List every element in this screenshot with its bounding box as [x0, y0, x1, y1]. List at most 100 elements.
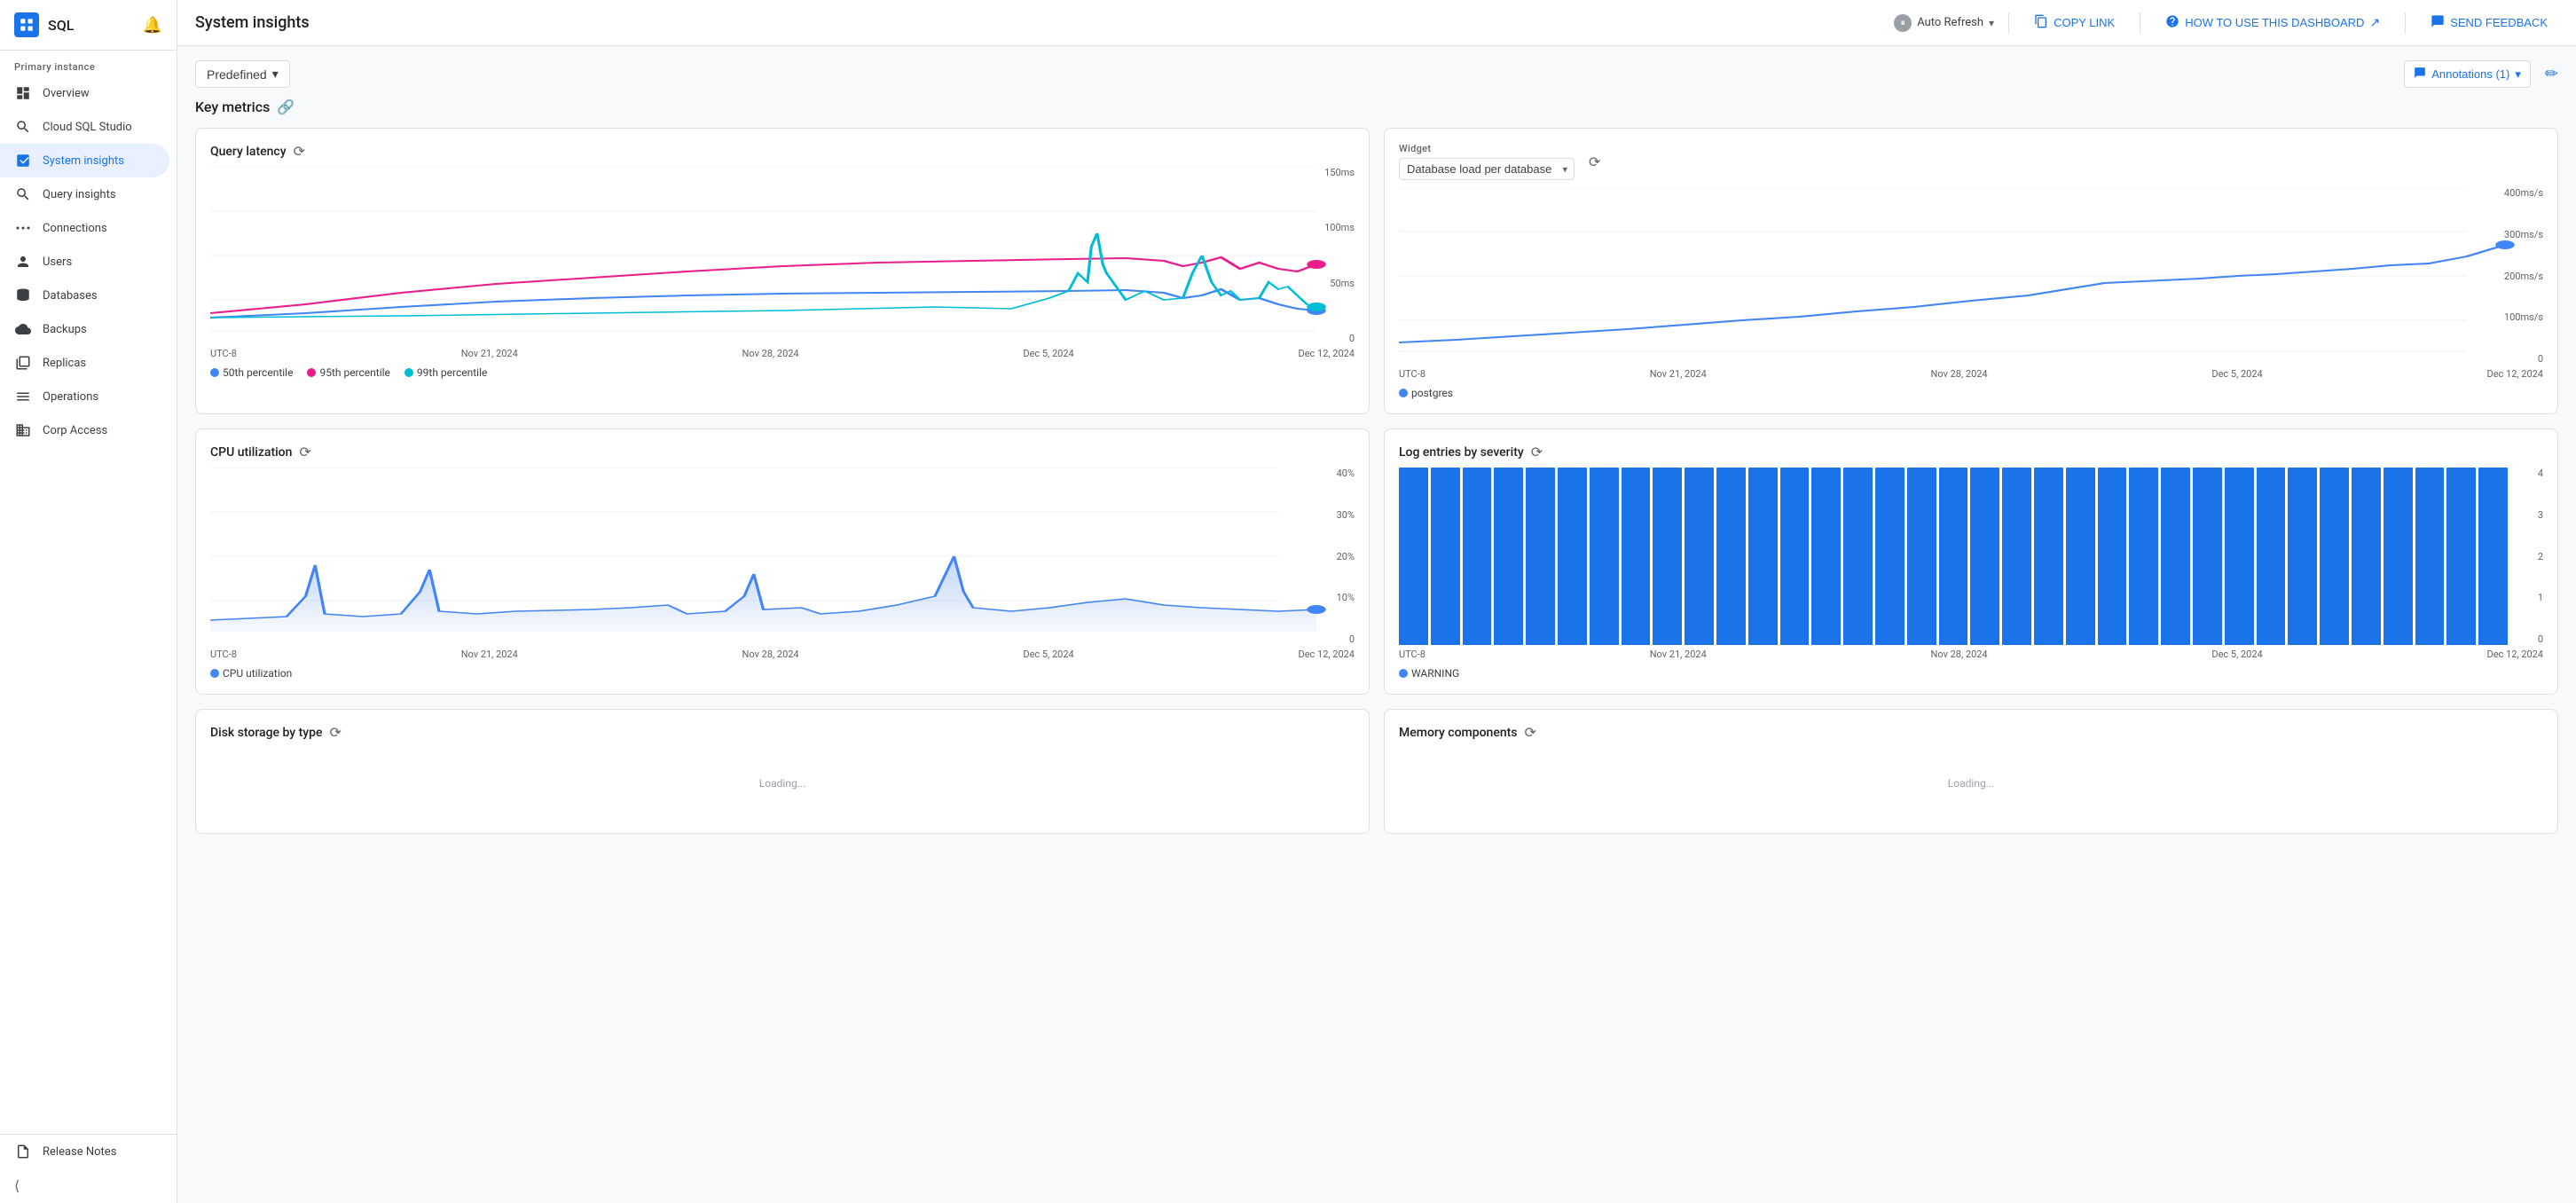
bar-item	[1590, 468, 1619, 645]
bar-item	[1399, 468, 1428, 645]
log-entries-title: Log entries by severity	[1399, 445, 1524, 460]
cpu-x-utc8: UTC-8	[210, 649, 237, 660]
legend-50th: 50th percentile	[210, 366, 293, 379]
log-x-nov28: Nov 28, 2024	[1931, 649, 1988, 660]
log-entries-bar-area	[1399, 468, 2543, 645]
sidebar-item-users[interactable]: Users	[0, 245, 169, 279]
cpu-utilization-refresh-icon[interactable]: ⟳	[299, 444, 310, 460]
key-metrics-link-icon[interactable]: 🔗	[277, 98, 295, 115]
db-x-utc8: UTC-8	[1399, 368, 1425, 380]
query-latency-refresh-icon[interactable]: ⟳	[294, 143, 305, 160]
bar-item	[1939, 468, 1968, 645]
sidebar-item-connections[interactable]: Connections	[0, 211, 169, 245]
sidebar-collapse-btn[interactable]: ⟨	[0, 1168, 177, 1203]
notification-bell-icon[interactable]: 🔔	[143, 16, 162, 35]
cpu-x-labels: UTC-8 Nov 21, 2024 Nov 28, 2024 Dec 5, 2…	[210, 649, 1355, 660]
database-load-card: Widget Database load per database Databa…	[1384, 128, 2558, 414]
legend-dot-postgres	[1399, 389, 1408, 397]
db-x-dec5: Dec 5, 2024	[2211, 368, 2262, 380]
key-metrics-title: Key metrics	[195, 98, 270, 115]
topbar-divider-3	[2405, 12, 2406, 34]
legend-95th: 95th percentile	[307, 366, 389, 379]
bar-item	[2478, 468, 2508, 645]
bar-item	[2257, 468, 2286, 645]
annotations-button[interactable]: Annotations (1) ▾	[2404, 60, 2531, 88]
topbar-divider-1	[2008, 12, 2009, 34]
log-entries-chart-wrapper: 4 3 2 1 0	[1399, 468, 2543, 645]
db-x-nov21: Nov 21, 2024	[1650, 368, 1707, 380]
send-feedback-button[interactable]: SEND FEEDBACK	[2420, 9, 2558, 36]
disk-storage-title: Disk storage by type	[210, 726, 323, 740]
legend-postgres: postgres	[1399, 387, 1453, 399]
legend-dot-cpu	[210, 669, 219, 678]
legend-dot-warning	[1399, 669, 1408, 678]
external-link-icon: ↗	[2369, 15, 2380, 30]
memory-components-header: Memory components ⟳	[1399, 724, 2543, 741]
main-content: System insights ⏸ Auto Refresh ▾ COPY LI…	[177, 0, 2576, 1203]
log-entries-x-labels: UTC-8 Nov 21, 2024 Nov 28, 2024 Dec 5, 2…	[1399, 649, 2543, 660]
sidebar-item-corp-access[interactable]: Corp Access	[0, 413, 169, 447]
sidebar-item-operations-label: Operations	[43, 390, 98, 404]
sidebar-item-users-label: Users	[43, 256, 72, 269]
auto-refresh-status-icon: ⏸	[1894, 14, 1912, 32]
sidebar-item-replicas[interactable]: Replicas	[0, 346, 169, 380]
log-entries-legend: WARNING	[1399, 667, 2543, 680]
sidebar-item-operations[interactable]: Operations	[0, 380, 169, 413]
bar-item	[1685, 468, 1714, 645]
bar-item	[1431, 468, 1460, 645]
bar-item	[2288, 468, 2317, 645]
how-to-use-button[interactable]: HOW TO USE THIS DASHBOARD ↗	[2155, 9, 2391, 36]
sidebar-footer: Release Notes ⟨	[0, 1134, 177, 1203]
overview-icon	[14, 84, 32, 102]
widget-select-wrapper: Database load per database Database load…	[1399, 158, 1575, 180]
database-load-refresh-icon[interactable]: ⟳	[1589, 153, 1600, 170]
log-y-1: 1	[2538, 592, 2543, 603]
sidebar-item-query-insights[interactable]: Query insights	[0, 177, 169, 211]
bar-item	[2161, 468, 2190, 645]
predefined-label: Predefined	[207, 67, 267, 82]
cpu-utilization-card: CPU utilization ⟳	[195, 429, 1370, 695]
log-x-nov21: Nov 21, 2024	[1650, 649, 1707, 660]
annotations-label: Annotations (1)	[2431, 67, 2509, 81]
legend-99th: 99th percentile	[404, 366, 487, 379]
copy-link-button[interactable]: COPY LINK	[2023, 9, 2125, 36]
sidebar-item-overview[interactable]: Overview	[0, 76, 169, 110]
legend-cpu: CPU utilization	[210, 667, 292, 680]
legend-label-50th: 50th percentile	[223, 366, 293, 379]
sidebar-item-overview-label: Overview	[43, 87, 90, 100]
auto-refresh-label: Auto Refresh	[1917, 16, 1983, 29]
legend-label-postgres: postgres	[1411, 387, 1453, 399]
bar-item	[1622, 468, 1651, 645]
log-entries-refresh-icon[interactable]: ⟳	[1531, 444, 1543, 460]
legend-label-95th: 95th percentile	[319, 366, 389, 379]
memory-components-title: Memory components	[1399, 726, 1518, 740]
system-insights-icon	[14, 152, 32, 169]
bar-item	[2446, 468, 2476, 645]
copy-link-label: COPY LINK	[2054, 16, 2115, 29]
bar-item	[2415, 468, 2445, 645]
predefined-button[interactable]: Predefined ▾	[195, 60, 290, 88]
disk-storage-refresh-icon[interactable]: ⟳	[330, 724, 342, 741]
cpu-utilization-chart-area: 40% 30% 20% 10% 0	[210, 468, 1355, 645]
sidebar-item-release-notes[interactable]: Release Notes	[0, 1135, 169, 1168]
sidebar-item-backups[interactable]: Backups	[0, 312, 169, 346]
sidebar-item-system-insights[interactable]: System insights	[0, 144, 169, 177]
release-notes-icon	[14, 1143, 32, 1160]
memory-components-refresh-icon[interactable]: ⟳	[1525, 724, 1536, 741]
widget-select-dropdown[interactable]: Database load per database Database load…	[1399, 158, 1575, 180]
replicas-icon	[14, 354, 32, 372]
sidebar-item-databases[interactable]: Databases	[0, 279, 169, 312]
auto-refresh-control[interactable]: ⏸ Auto Refresh ▾	[1894, 14, 1994, 32]
bar-item	[1875, 468, 1905, 645]
query-latency-chart-area: 150ms 100ms 50ms 0	[210, 167, 1355, 344]
disk-storage-placeholder: Loading...	[210, 748, 1355, 819]
bar-item	[2002, 468, 2031, 645]
database-load-x-labels: UTC-8 Nov 21, 2024 Nov 28, 2024 Dec 5, 2…	[1399, 368, 2543, 380]
connections-icon	[14, 219, 32, 237]
query-latency-legend: 50th percentile 95th percentile 99th per…	[210, 366, 1355, 379]
sidebar-item-cloud-sql-studio[interactable]: Cloud SQL Studio	[0, 110, 169, 144]
databases-icon	[14, 287, 32, 304]
bar-item	[2193, 468, 2222, 645]
edit-icon[interactable]: ✏	[2545, 65, 2558, 83]
bar-item	[1811, 468, 1841, 645]
